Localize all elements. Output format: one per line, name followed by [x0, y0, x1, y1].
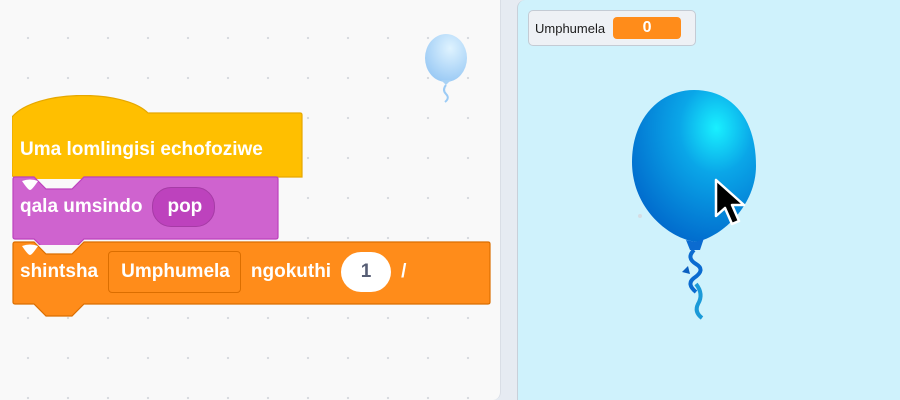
variable-dropdown[interactable]: Umphumela [22, 244, 241, 293]
sound-dropdown-value: pop [167, 196, 203, 217]
monitor-value: 0 [613, 17, 682, 39]
chevron-down-icon [22, 244, 38, 255]
chevron-down-icon [22, 179, 38, 190]
by-label: ngokuthi [250, 261, 332, 282]
variable-monitor[interactable]: Umphumela 0 [528, 10, 697, 46]
stage[interactable]: Umphumela 0 [517, 0, 900, 400]
start-sound-block[interactable]: qala umsindo pop [12, 175, 280, 245]
code-area[interactable]: Uma lomlingisi echofoziwe qala umsindo p… [0, 0, 501, 400]
start-sound-label: qala umsindo [20, 196, 143, 217]
when-sprite-clicked-block[interactable]: Uma lomlingisi echofoziwe [11, 94, 304, 190]
sound-dropdown[interactable]: pop [22, 179, 216, 227]
trailing-slash: / [401, 261, 407, 282]
change-amount-input[interactable]: 1 [341, 252, 392, 292]
variable-dropdown-value: Umphumela [121, 261, 230, 282]
balloon-icon [425, 34, 467, 103]
hat-block-label: Uma lomlingisi echofoziwe [20, 139, 263, 160]
change-label: shintsha [20, 261, 99, 282]
change-variable-block[interactable]: shintsha Umphumela ngokuthi 1 / [12, 240, 492, 317]
monitor-label: Umphumela [535, 20, 606, 36]
arrow-cursor-icon [714, 178, 746, 226]
